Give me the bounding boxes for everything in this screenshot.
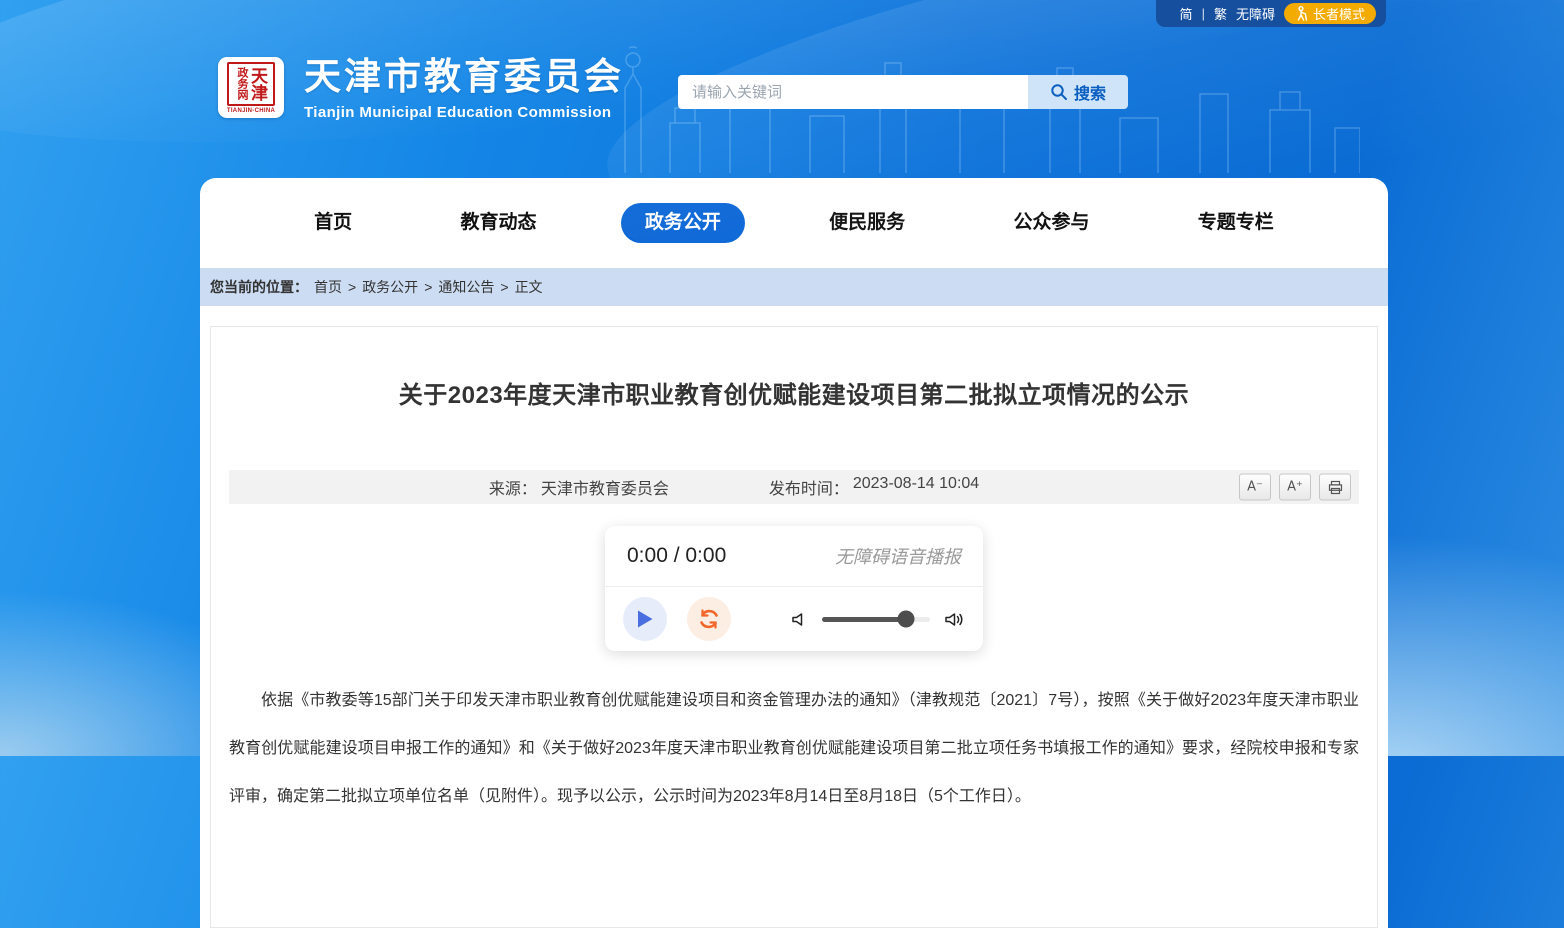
red-seal: 天津 政务网 [227, 62, 275, 106]
nav-item-public-services[interactable]: 便民服务 [805, 203, 929, 243]
nav-item-special-columns[interactable]: 专题专栏 [1174, 203, 1298, 243]
breadcrumb-separator: > [348, 279, 356, 295]
site-name-english: Tianjin Municipal Education Commission [304, 104, 624, 121]
nav-item-gov-disclosure[interactable]: 政务公开 [621, 203, 745, 243]
source-label: 来源： [489, 475, 537, 499]
site-header: 天津 政务网 TIANJIN-CHINA 天津市教育委员会 Tianjin Mu… [200, 0, 1388, 178]
site-search: 搜索 [678, 75, 1128, 109]
main-area: 关于2023年度天津市职业教育创优赋能建设项目第二批拟立项情况的公示 来源： 天… [200, 306, 1388, 928]
nav-item-home[interactable]: 首页 [290, 203, 376, 243]
volume-slider-fill [822, 617, 906, 622]
play-button[interactable] [623, 597, 667, 641]
print-icon [1328, 480, 1343, 494]
volume-controls [791, 611, 965, 628]
replay-icon [697, 607, 721, 631]
main-navigation: 首页 教育动态 政务公开 便民服务 公众参与 专题专栏 [200, 178, 1388, 268]
font-decrease-button[interactable]: A⁻ [1239, 474, 1271, 501]
logo-caption: TIANJIN-CHINA [227, 108, 275, 114]
article-meta-bar: 来源： 天津市教育委员会 发布时间： 2023-08-14 10:04 A⁻ A… [229, 470, 1359, 504]
article-tools: A⁻ A⁺ [1239, 474, 1351, 501]
article-source: 来源： 天津市教育委员会 [489, 475, 669, 499]
site-titles: 天津市教育委员会 Tianjin Municipal Education Com… [304, 57, 624, 121]
breadcrumb-separator: > [500, 279, 508, 295]
replay-button[interactable] [687, 597, 731, 641]
article-publish-time: 发布时间： 2023-08-14 10:04 [769, 475, 979, 499]
breadcrumb: 您当前的位置： 首页 > 政务公开 > 通知公告 > 正文 [200, 268, 1388, 306]
search-input[interactable] [678, 75, 1028, 109]
search-icon [1050, 83, 1068, 101]
player-notice: 无障碍语音播报 [835, 543, 961, 569]
search-button-label: 搜索 [1074, 80, 1106, 104]
breadcrumb-gov-disclosure[interactable]: 政务公开 [362, 277, 418, 297]
page-content: 首页 教育动态 政务公开 便民服务 公众参与 专题专栏 您当前的位置： 首页 >… [200, 178, 1388, 928]
print-button[interactable] [1319, 474, 1351, 501]
player-info-row: 0:00 / 0:00 无障碍语音播报 [605, 526, 983, 587]
volume-high-icon[interactable] [944, 611, 965, 628]
publish-time-label: 发布时间： [769, 475, 849, 499]
breadcrumb-notices[interactable]: 通知公告 [438, 277, 494, 297]
accessibility-audio-player: 0:00 / 0:00 无障碍语音播报 [605, 526, 983, 651]
font-increase-button[interactable]: A⁺ [1279, 474, 1311, 501]
article-card: 关于2023年度天津市职业教育创优赋能建设项目第二批拟立项情况的公示 来源： 天… [210, 326, 1378, 928]
nav-item-public-participation[interactable]: 公众参与 [989, 203, 1113, 243]
publish-time-value: 2023-08-14 10:04 [853, 475, 979, 499]
breadcrumb-prefix: 您当前的位置： [210, 277, 308, 297]
tianjin-gov-logo: 天津 政务网 TIANJIN-CHINA [218, 57, 284, 118]
player-time: 0:00 / 0:00 [627, 544, 726, 568]
site-name: 天津市教育委员会 [304, 57, 624, 98]
breadcrumb-separator: > [424, 279, 432, 295]
search-button[interactable]: 搜索 [1028, 75, 1128, 109]
article-body-text: 依据《市教委等15部门关于印发天津市职业教育创优赋能建设项目和资金管理办法的通知… [211, 677, 1377, 821]
article-title: 关于2023年度天津市职业教育创优赋能建设项目第二批拟立项情况的公示 [211, 343, 1377, 410]
player-controls-row [605, 587, 983, 651]
source-value: 天津市教育委员会 [541, 475, 669, 499]
volume-low-icon[interactable] [791, 611, 808, 628]
nav-item-education-news[interactable]: 教育动态 [436, 203, 560, 243]
volume-slider-thumb[interactable] [898, 611, 915, 628]
breadcrumb-home[interactable]: 首页 [314, 277, 342, 297]
site-brand[interactable]: 天津 政务网 TIANJIN-CHINA 天津市教育委员会 Tianjin Mu… [218, 57, 624, 121]
volume-slider[interactable] [822, 617, 930, 622]
breadcrumb-current: 正文 [515, 277, 543, 297]
play-icon [636, 609, 654, 629]
